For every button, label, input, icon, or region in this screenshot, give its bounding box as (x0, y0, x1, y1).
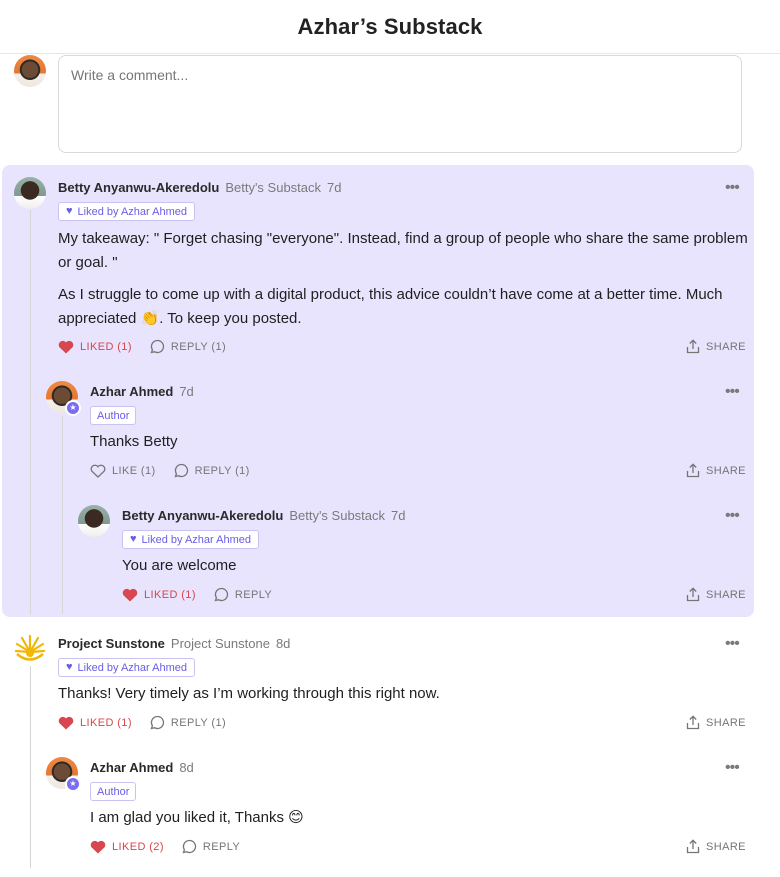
thread-line (30, 666, 31, 868)
author-name[interactable]: Azhar Ahmed (90, 760, 173, 775)
like-button[interactable]: LIKED (1) (58, 716, 132, 730)
comment-meta: Betty Anyanwu-Akeredolu Betty's Substack… (122, 508, 406, 523)
publication-name[interactable]: Betty's Substack (289, 508, 385, 523)
thread-line (30, 210, 31, 615)
share-button[interactable]: SHARE (686, 463, 746, 478)
share-button[interactable]: SHARE (686, 587, 746, 602)
thread-line (62, 416, 63, 614)
comment-composer (0, 55, 780, 155)
comment-body: I am glad you liked it, Thanks 😊 (90, 809, 304, 826)
timestamp[interactable]: 7d (179, 384, 193, 399)
timestamp[interactable]: 7d (327, 180, 341, 195)
comment-bubble-icon (174, 463, 188, 478)
author-name[interactable]: Project Sunstone (58, 636, 165, 651)
reply-button[interactable]: REPLY (1) (150, 339, 226, 354)
comment-bubble-icon (150, 339, 165, 354)
share-icon (686, 715, 700, 730)
reply-button[interactable]: REPLY (1) (150, 715, 226, 730)
reply-button[interactable]: REPLY (1) (174, 463, 250, 478)
heart-filled-icon (122, 588, 138, 601)
avatar[interactable] (14, 177, 46, 209)
timestamp[interactable]: 7d (391, 508, 405, 523)
author-star-icon: ★ (65, 400, 81, 416)
reply-button[interactable]: REPLY (214, 587, 272, 602)
author-badge: Author (90, 782, 137, 801)
comment-actions: LIKED (2) REPLY (90, 839, 240, 854)
liked-by-badge: ♥ Liked by Azhar Ahmed (58, 658, 195, 677)
share-icon (686, 339, 700, 354)
comment-actions: LIKED (1) REPLY (1) (58, 339, 226, 354)
liked-by-badge: ♥ Liked by Azhar Ahmed (122, 530, 259, 549)
share-button[interactable]: SHARE (686, 715, 746, 730)
share-icon (686, 587, 700, 602)
heart-filled-icon (58, 340, 74, 353)
heart-icon: ♥ (66, 661, 73, 673)
comment-actions: LIKED (1) REPLY (1) (58, 715, 226, 730)
heart-filled-icon (58, 716, 74, 729)
heart-outline-icon (90, 464, 106, 478)
heart-icon: ♥ (130, 533, 137, 545)
comment-input[interactable] (58, 55, 742, 153)
comment-body: You are welcome (122, 557, 237, 574)
sunstone-logo-icon[interactable] (14, 633, 46, 665)
comment-body: My takeaway: " Forget chasing "everyone"… (58, 227, 748, 331)
liked-by-badge: ♥ Liked by Azhar Ahmed (58, 202, 195, 221)
publication-name[interactable]: Project Sunstone (171, 636, 270, 651)
page-header: Azhar’s Substack (0, 0, 780, 54)
more-options-icon[interactable]: ••• (725, 180, 740, 196)
heart-filled-icon (90, 840, 106, 853)
comment-bubble-icon (214, 587, 229, 602)
publication-name[interactable]: Betty's Substack (225, 180, 321, 195)
share-button[interactable]: SHARE (686, 839, 746, 854)
comment-actions: LIKED (1) REPLY (122, 587, 272, 602)
share-button[interactable]: SHARE (686, 339, 746, 354)
more-options-icon[interactable]: ••• (725, 508, 740, 524)
comment-paragraph: As I struggle to come up with a digital … (58, 286, 723, 327)
share-icon (686, 463, 700, 478)
author-name[interactable]: Betty Anyanwu-Akeredolu (58, 180, 219, 195)
more-options-icon[interactable]: ••• (725, 384, 740, 400)
comment-meta: Betty Anyanwu-Akeredolu Betty's Substack… (58, 180, 342, 195)
comment-paragraph: My takeaway: " Forget chasing "everyone"… (58, 230, 748, 271)
author-badge: Author (90, 406, 137, 425)
author-name[interactable]: Azhar Ahmed (90, 384, 173, 399)
reply-button[interactable]: REPLY (182, 839, 240, 854)
more-options-icon[interactable]: ••• (725, 760, 740, 776)
comment-actions: LIKE (1) REPLY (1) (90, 463, 250, 478)
comment-bubble-icon (182, 839, 197, 854)
like-button[interactable]: LIKED (2) (90, 840, 164, 854)
avatar[interactable] (78, 505, 110, 537)
like-button[interactable]: LIKED (1) (122, 588, 196, 602)
heart-icon: ♥ (66, 205, 73, 217)
comment-body: Thanks! Very timely as I’m working throu… (58, 685, 440, 702)
more-options-icon[interactable]: ••• (725, 636, 740, 652)
current-user-avatar[interactable] (14, 55, 46, 87)
comment-body: Thanks Betty (90, 433, 178, 450)
comment-meta: Project Sunstone Project Sunstone 8d (58, 636, 290, 651)
page-title: Azhar’s Substack (297, 13, 483, 39)
comment-bubble-icon (150, 715, 165, 730)
like-button[interactable]: LIKED (1) (58, 340, 132, 354)
timestamp[interactable]: 8d (276, 636, 290, 651)
share-icon (686, 839, 700, 854)
timestamp[interactable]: 8d (179, 760, 193, 775)
author-star-icon: ★ (65, 776, 81, 792)
comment-meta: Azhar Ahmed 8d (90, 760, 194, 775)
comment-meta: Azhar Ahmed 7d (90, 384, 194, 399)
author-name[interactable]: Betty Anyanwu-Akeredolu (122, 508, 283, 523)
like-button[interactable]: LIKE (1) (90, 464, 156, 478)
